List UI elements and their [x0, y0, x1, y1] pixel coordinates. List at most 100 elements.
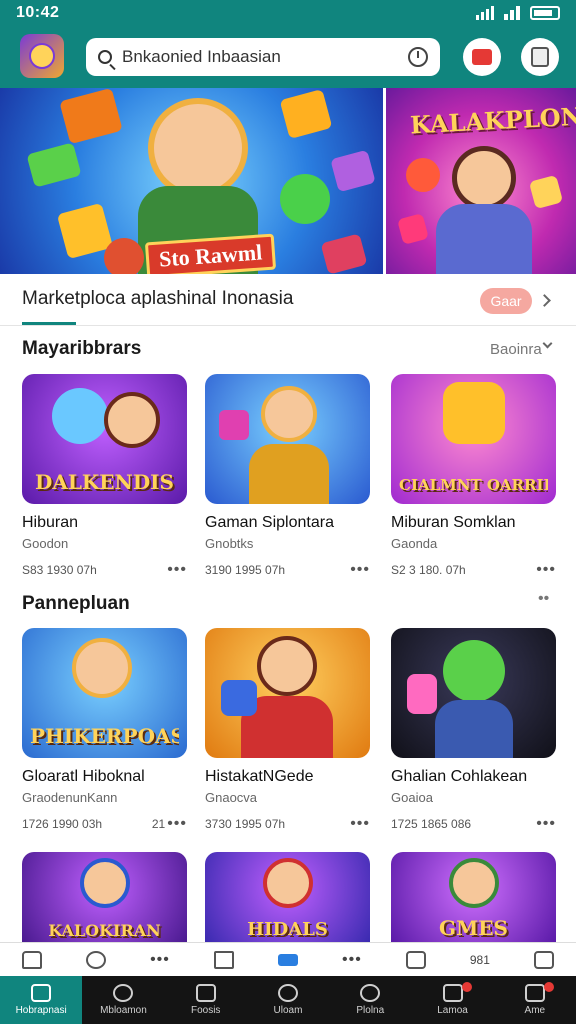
game-card[interactable]: HistakatNGede Gnaocva 3730 1995 07h ••• [205, 628, 370, 833]
character-icon [261, 386, 317, 442]
candy-decor [406, 158, 440, 192]
gem-decor [221, 680, 257, 716]
nav-circle[interactable]: Uloam [247, 976, 329, 1024]
search-bar[interactable] [86, 38, 440, 76]
game-thumbnail [391, 628, 556, 758]
game-publisher: Gaonda [391, 536, 438, 551]
search-input[interactable] [122, 47, 408, 67]
game-card[interactable]: DALKENDIS Hiburan Goodon S83 1930 07h ••• [22, 374, 187, 579]
character-icon [80, 858, 130, 908]
marketplace-header: Marketploca aplashinal Inonasia Gaar [0, 274, 576, 326]
character-icon [449, 858, 499, 908]
character-body [435, 700, 513, 758]
mail-icon [472, 49, 492, 65]
more-options-icon[interactable]: ••• [536, 561, 556, 579]
game-logo-text: DALKENDIS [35, 470, 174, 494]
game-meta: S2 3 180. 07h ••• [391, 561, 556, 579]
character-icon [443, 382, 505, 444]
game-name: Gloaratl Hiboknal [22, 768, 145, 785]
nav-wallet[interactable]: Lamoa [411, 976, 493, 1024]
more-options-icon[interactable]: ••• [167, 561, 187, 579]
nav-news[interactable]: Foosis [165, 976, 247, 1024]
section-more-link[interactable]: Baoinra [490, 341, 542, 358]
search-icon [113, 984, 134, 1002]
nav-profile[interactable]: Plolna [329, 976, 411, 1024]
game-thumbnail: PHIKERPOAS [22, 628, 187, 758]
circle-icon [277, 984, 298, 1002]
count-label: 981 [469, 952, 490, 967]
marketplace-pill-button[interactable]: Gaar [480, 288, 532, 314]
alert-icon[interactable] [213, 950, 234, 969]
character-icon [443, 640, 505, 702]
user-icon[interactable] [86, 950, 107, 969]
more-options-icon[interactable]: ••• [350, 815, 370, 833]
game-stats: S83 1930 07h [22, 563, 97, 577]
game-card[interactable]: KALOKIRAN [22, 852, 187, 942]
nav-label: Lamoa [437, 1005, 468, 1016]
game-stats: 1726 1990 03h [22, 817, 103, 831]
home-icon[interactable] [22, 950, 43, 969]
game-publisher: Gnobtks [205, 536, 254, 551]
more-icon[interactable]: ••• [150, 951, 170, 969]
game-meta: 3730 1995 07h ••• [205, 815, 370, 833]
history-icon[interactable] [408, 47, 428, 67]
upload-icon [524, 984, 545, 1002]
nav-label: Hobrapnasi [15, 1005, 67, 1016]
game-stats: 3190 1995 07h [205, 563, 286, 577]
game-card[interactable]: CIALMNT OARRIES Miburan Somklan Gaonda S… [391, 374, 556, 579]
more-options-icon[interactable]: ••• [167, 815, 187, 833]
slime-decor [280, 174, 330, 224]
game-name: Ghalian Cohlakean [391, 768, 528, 785]
game-meta: S83 1930 07h ••• [22, 561, 187, 579]
nav-upload[interactable]: Ame [494, 976, 576, 1024]
search-icon [98, 50, 112, 64]
game-card[interactable]: Gaman Siplontara Gnobtks 3190 1995 07h ••… [205, 374, 370, 579]
promo-banner-side[interactable]: KALAKPLON [386, 88, 576, 274]
bottom-navigation: Hobrapnasi Mbloamon Foosis Uloam Plolna … [0, 976, 576, 1024]
game-extra-count: 21 [151, 817, 166, 831]
tile-decor [528, 174, 564, 210]
tile-decor [59, 88, 123, 145]
active-tab-icon[interactable] [277, 953, 298, 966]
game-stats: 1725 1865 086 [391, 817, 472, 831]
nav-label: Uloam [273, 1005, 303, 1016]
game-card[interactable]: GMES [391, 852, 556, 942]
more-options-icon[interactable]: ••• [536, 815, 556, 833]
nav-search[interactable]: Mbloamon [82, 976, 164, 1024]
chevron-down-icon[interactable] [542, 338, 553, 349]
puzzle-icon[interactable] [405, 950, 426, 969]
app-logo[interactable] [20, 34, 64, 78]
hero-character [148, 98, 248, 198]
chevron-right-icon[interactable] [538, 294, 551, 307]
promo-banner-main[interactable]: Sto Rawml [0, 88, 383, 274]
apple-decor [104, 238, 144, 274]
game-thumbnail: KALOKIRAN [22, 852, 187, 942]
game-meta: 1726 1990 03h 21 ••• [22, 815, 187, 833]
game-meta: 1725 1865 086 ••• [391, 815, 556, 833]
game-name: Gaman Siplontara [205, 514, 334, 531]
game-card[interactable]: PHIKERPOAS Gloaratl Hiboknal GraodenunKa… [22, 628, 187, 833]
game-publisher: GraodenunKann [22, 790, 118, 805]
active-tab-indicator [22, 322, 76, 325]
character-icon [104, 392, 160, 448]
more-options-icon[interactable]: ••• [350, 561, 370, 579]
top-header: 10:42 [0, 0, 576, 88]
game-card[interactable]: HIDALS [205, 852, 370, 942]
gem-decor [219, 410, 249, 440]
signal-icon [476, 6, 494, 20]
game-thumbnail: GMES [391, 852, 556, 942]
news-icon [195, 984, 216, 1002]
game-stats: 3730 1995 07h [205, 817, 286, 831]
inbox-button[interactable] [463, 38, 501, 76]
marketplace-title[interactable]: Marketploca aplashinal Inonasia [22, 288, 293, 310]
store-button[interactable] [521, 38, 559, 76]
nav-home[interactable]: Hobrapnasi [0, 976, 83, 1024]
game-card[interactable]: Ghalian Cohlakean Goaioa 1725 1865 086 ••… [391, 628, 556, 833]
section-more-icon[interactable]: •• [538, 590, 549, 608]
character-icon [257, 636, 317, 696]
more-icon[interactable]: ••• [342, 951, 362, 969]
game-logo-text: GMES [439, 916, 508, 940]
game-logo-text: KALOKIRAN [48, 921, 161, 940]
screen-icon[interactable] [533, 950, 554, 969]
game-publisher: Goaioa [391, 790, 433, 805]
